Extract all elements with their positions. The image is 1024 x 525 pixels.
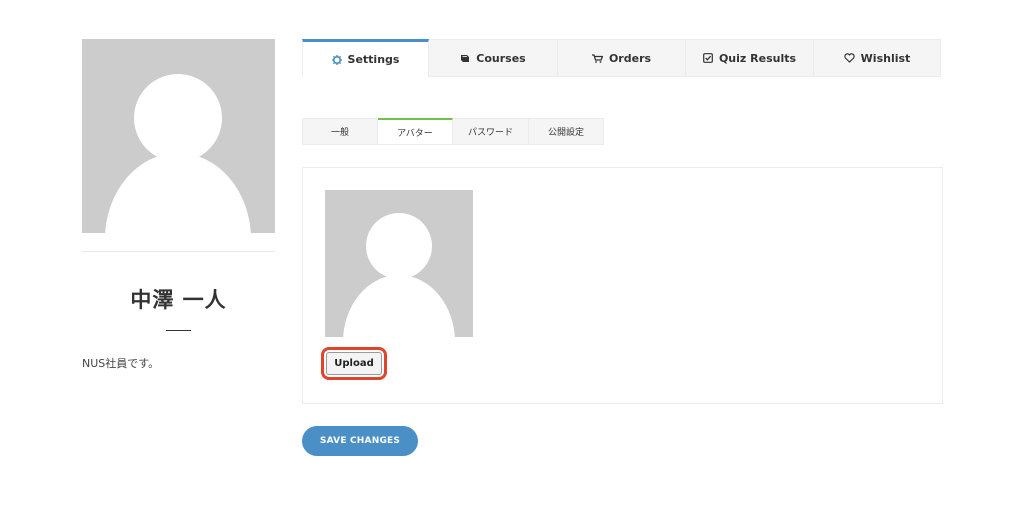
book-icon	[460, 54, 470, 63]
gear-icon	[331, 54, 342, 65]
sub-tabs: 一般 アバター パスワード 公開設定	[302, 118, 604, 145]
check-square-icon	[703, 53, 713, 63]
subtab-general-label: 一般	[330, 128, 349, 138]
tab-wishlist-label: Wishlist	[860, 51, 911, 65]
profile-avatar	[82, 39, 275, 233]
tab-settings-label: Settings	[347, 53, 400, 66]
profile-name-underline	[166, 330, 191, 331]
profile-name: 中澤 一人	[130, 288, 227, 312]
subtab-privacy[interactable]: 公開設定	[529, 118, 604, 145]
profile-divider	[82, 251, 275, 252]
save-changes-button[interactable]: SAVE CHANGES	[302, 426, 418, 456]
avatar-preview	[325, 190, 473, 337]
main-tabs: Settings Courses Orders Quiz Results Wis…	[302, 39, 941, 77]
upload-button[interactable]: Upload	[326, 352, 382, 375]
profile-bio: NUS社員です。	[82, 357, 160, 370]
subtab-privacy-label: 公開設定	[547, 128, 584, 138]
tab-wishlist[interactable]: Wishlist	[814, 39, 941, 77]
tab-courses[interactable]: Courses	[429, 39, 558, 77]
tab-settings[interactable]: Settings	[302, 39, 429, 77]
tab-courses-label: Courses	[476, 51, 526, 65]
avatar-panel: Upload	[302, 167, 943, 404]
subtab-avatar[interactable]: アバター	[378, 118, 453, 145]
tab-orders[interactable]: Orders	[558, 39, 686, 77]
subtab-password[interactable]: パスワード	[453, 118, 529, 145]
default-avatar-silhouette	[105, 74, 251, 233]
cart-icon	[591, 53, 603, 63]
subtab-password-label: パスワード	[467, 128, 513, 138]
tab-orders-label: Orders	[608, 51, 652, 65]
tab-quiz-results-label: Quiz Results	[718, 51, 797, 65]
subtab-general[interactable]: 一般	[302, 118, 378, 145]
heart-icon	[844, 53, 855, 63]
tab-quiz-results[interactable]: Quiz Results	[686, 39, 814, 77]
default-avatar-silhouette	[343, 213, 455, 337]
subtab-avatar-label: アバター	[397, 128, 433, 139]
